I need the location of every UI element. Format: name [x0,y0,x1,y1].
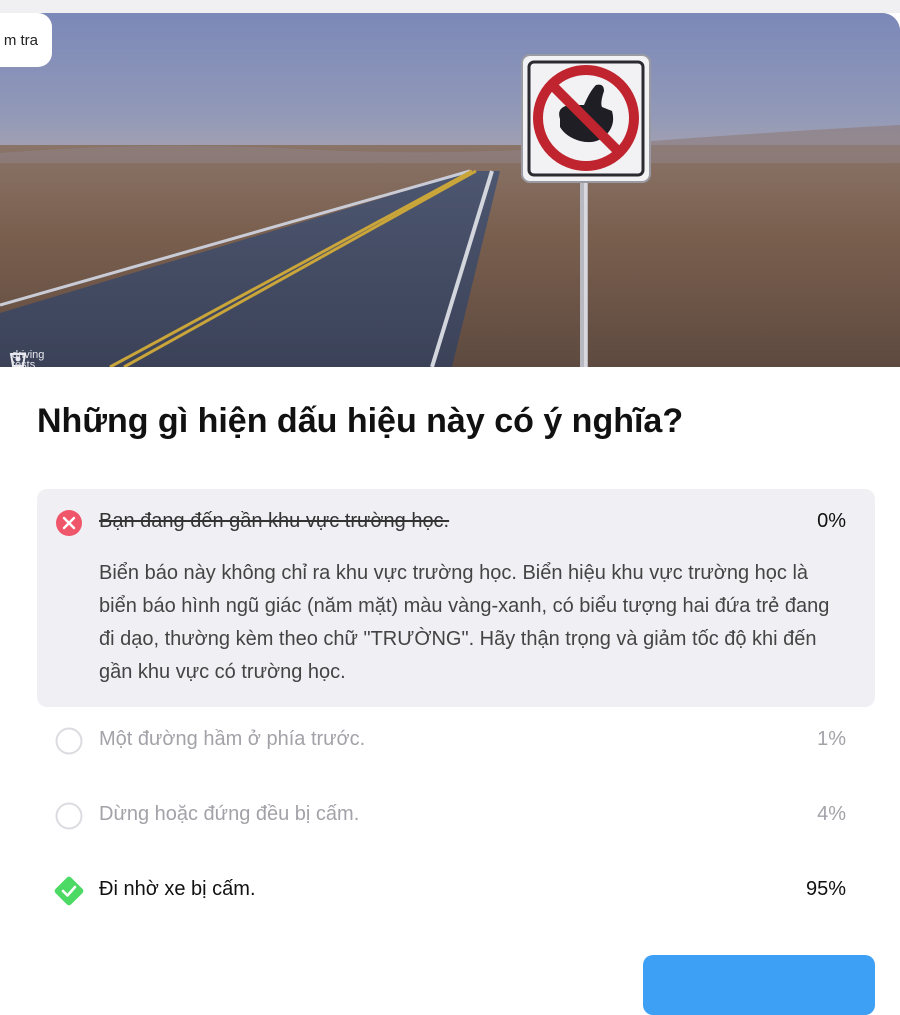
close-circle-icon [55,509,83,537]
question-image: driving tests [0,13,900,367]
answer-list: Bạn đang đến gần khu vực trường học. 0% … [37,489,875,932]
test-mode-badge[interactable]: m tra [0,13,52,67]
answer-text: Một đường hầm ở phía trước. [99,728,366,750]
answer-text: Đi nhờ xe bị cấm. [99,878,256,900]
question-title: Những gì hiện dấu hiệu này có ý nghĩa? [37,402,684,440]
radio-empty-icon [55,802,83,830]
answer-percent: 1% [817,728,846,750]
road-scene [0,13,900,367]
answer-option-correct[interactable]: Đi nhờ xe bị cấm. 95% [37,857,875,932]
answer-option[interactable]: Dừng hoặc đứng đều bị cấm. 4% [37,782,875,857]
answer-text: Dừng hoặc đứng đều bị cấm. [99,803,360,825]
no-hitchhiking-sign [521,54,651,183]
next-question-button[interactable] [643,955,875,1015]
top-bar [0,0,900,13]
answer-percent: 4% [817,803,846,825]
answer-option-wrong[interactable]: Bạn đang đến gần khu vực trường học. 0% … [37,489,875,707]
answer-option[interactable]: Một đường hầm ở phía trước. 1% [37,707,875,782]
answer-text: Bạn đang đến gần khu vực trường học. [99,510,450,532]
answer-percent: 0% [817,510,846,532]
answer-percent: 95% [805,878,846,900]
badge-label: m tra [3,31,38,49]
watermark: driving tests [8,350,44,367]
check-diamond-icon [54,876,84,906]
answer-explanation: Biển báo này không chỉ ra khu vực trường… [99,562,830,683]
radio-empty-icon [55,727,83,755]
